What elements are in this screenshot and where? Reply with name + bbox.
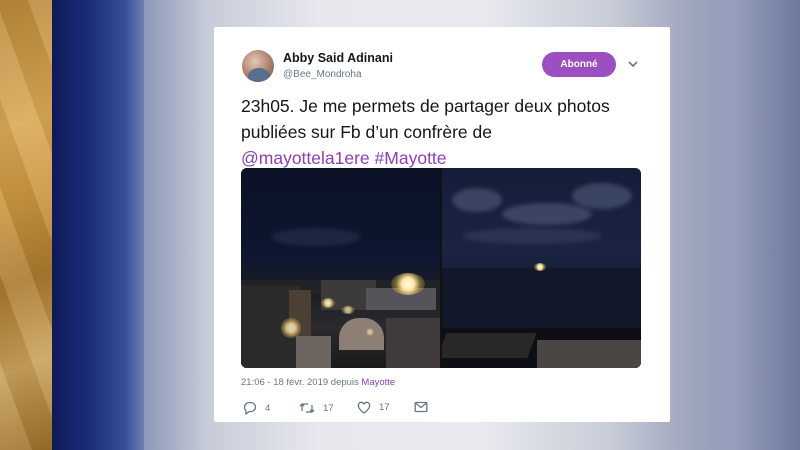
photo-night-village[interactable] bbox=[241, 168, 440, 368]
author-avatar[interactable] bbox=[242, 50, 274, 82]
background-gold-stripe bbox=[0, 0, 52, 450]
tweet-body: 23h05. Je me permets de partager deux ph… bbox=[241, 96, 610, 142]
tweet-actions: 4 17 17 bbox=[241, 401, 541, 417]
author-name[interactable]: Abby Said Adinani bbox=[283, 51, 393, 65]
tweet-timestamp[interactable]: 21:06 - 18 févr. 2019 depuis bbox=[241, 377, 359, 388]
tweet-card: Abby Said Adinani @Bee_Mondroha Abonné 2… bbox=[214, 27, 670, 422]
follow-button[interactable]: Abonné bbox=[542, 52, 616, 77]
author-handle[interactable]: @Bee_Mondroha bbox=[283, 69, 362, 80]
background-right-blur bbox=[670, 0, 800, 450]
tweet-location[interactable]: Mayotte bbox=[361, 377, 395, 388]
like-count: 17 bbox=[379, 402, 390, 413]
reply-icon[interactable] bbox=[243, 401, 257, 415]
retweet-count: 17 bbox=[323, 402, 334, 414]
reply-count: 4 bbox=[265, 402, 271, 414]
heart-icon[interactable] bbox=[357, 401, 371, 414]
like-action[interactable]: 17 bbox=[357, 401, 390, 414]
message-icon[interactable] bbox=[414, 401, 428, 413]
reply-action[interactable]: 4 bbox=[243, 401, 270, 415]
background-blue-panel bbox=[52, 0, 144, 450]
dm-action[interactable] bbox=[414, 401, 428, 413]
photo-night-sea[interactable] bbox=[442, 168, 641, 368]
retweet-icon[interactable] bbox=[299, 401, 315, 415]
tweet-text: 23h05. Je me permets de partager deux ph… bbox=[241, 93, 661, 171]
tweet-media[interactable] bbox=[241, 168, 641, 368]
retweet-action[interactable]: 17 bbox=[299, 401, 334, 415]
mention-link[interactable]: @mayottela1ere bbox=[241, 148, 370, 168]
chevron-down-icon[interactable] bbox=[628, 60, 638, 68]
tweet-meta: 21:06 - 18 févr. 2019 depuis Mayotte bbox=[241, 377, 395, 388]
hashtag-link[interactable]: #Mayotte bbox=[375, 148, 447, 168]
